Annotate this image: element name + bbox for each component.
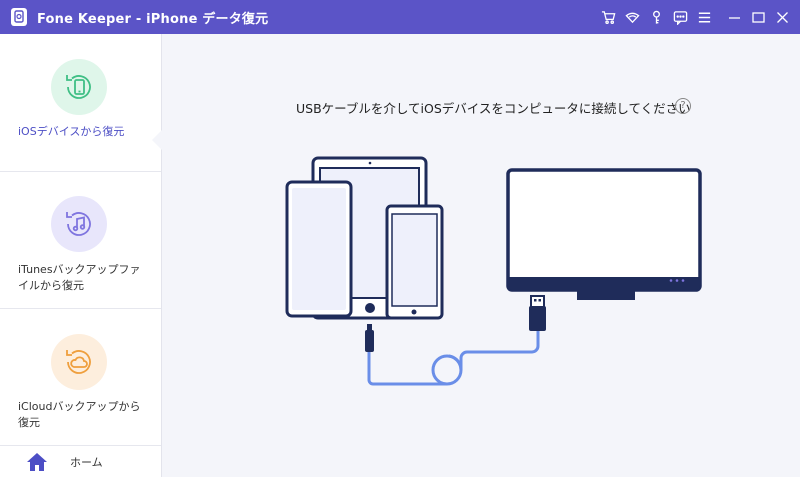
minimize-button[interactable] xyxy=(722,0,746,34)
sidebar-item-label: iCloudバックアップから復元 xyxy=(18,400,141,429)
active-indicator xyxy=(152,130,162,150)
app-logo-icon xyxy=(11,8,27,26)
help-icon[interactable]: ? xyxy=(675,98,691,114)
sidebar-item-itunes-restore[interactable]: iTunesバックアップファイルから復元 xyxy=(0,172,161,309)
itunes-restore-icon xyxy=(51,196,107,252)
maximize-icon xyxy=(751,11,765,23)
icloud-restore-icon xyxy=(51,334,107,390)
maximize-button[interactable] xyxy=(746,0,770,34)
home-button[interactable]: ホーム xyxy=(0,448,161,477)
key-icon[interactable] xyxy=(644,0,668,34)
connect-instruction: USBケーブルを介してiOSデバイスをコンピュータに接続してください xyxy=(296,101,691,116)
sidebar-item-label: iTunesバックアップファイルから復元 xyxy=(18,263,141,292)
phone-restore-icon xyxy=(51,59,107,115)
sidebar-item-label: iOSデバイスから復元 xyxy=(18,125,125,138)
home-icon xyxy=(27,453,47,471)
sidebar-item-icloud-restore[interactable]: iCloudバックアップから復元 xyxy=(0,309,161,446)
wifi-icon[interactable] xyxy=(620,0,644,34)
close-button[interactable] xyxy=(770,0,794,34)
chat-icon[interactable] xyxy=(668,0,692,34)
title-bar: Fone Keeper - iPhone データ復元 xyxy=(0,0,800,34)
close-icon xyxy=(776,11,788,23)
menu-icon[interactable] xyxy=(692,0,716,34)
sidebar: iOSデバイスから復元 iTunesバックアップファイルから復元 iCloudバ… xyxy=(0,34,162,477)
minimize-icon xyxy=(728,16,740,19)
home-label: ホーム xyxy=(70,456,103,469)
sidebar-item-ios-restore[interactable]: iOSデバイスから復元 xyxy=(0,34,161,172)
cart-icon[interactable] xyxy=(596,0,620,34)
app-title: Fone Keeper - iPhone データ復元 xyxy=(37,12,269,27)
connect-device-illustration xyxy=(285,156,702,386)
